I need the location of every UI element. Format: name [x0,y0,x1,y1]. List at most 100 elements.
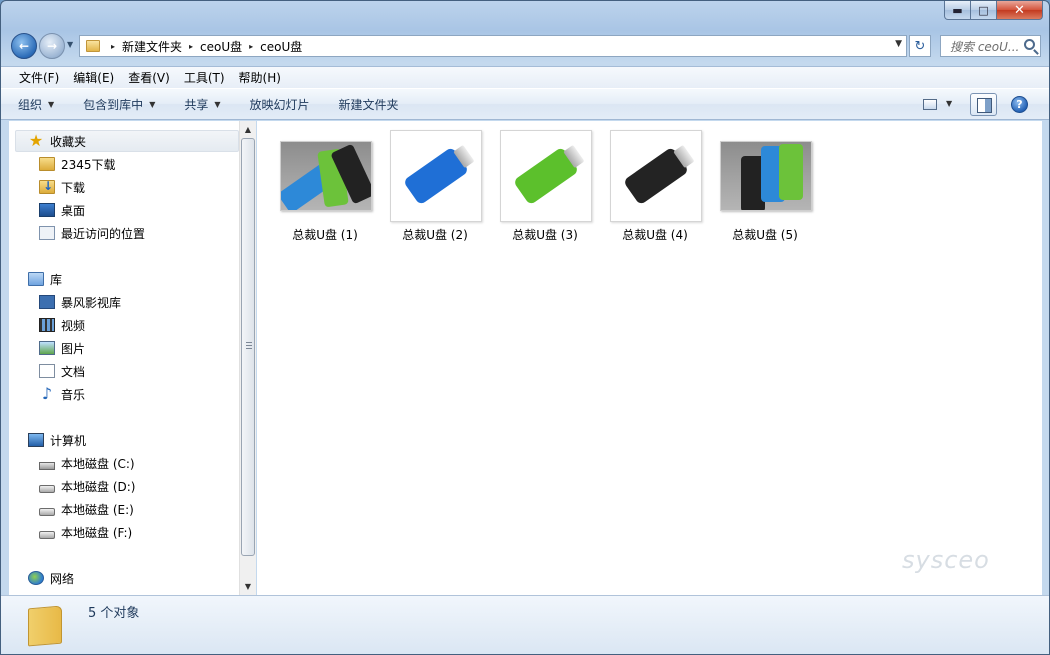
breadcrumb-separator[interactable]: ▸ [249,42,253,51]
include-in-library-button[interactable]: 包含到库中 ▼ [83,96,155,113]
scroll-up-button[interactable]: ▲ [240,121,256,138]
file-thumbnail [390,130,482,222]
share-button[interactable]: 共享 ▼ [184,96,220,113]
change-view-icon[interactable] [923,99,937,110]
nav-item-label: 图片 [61,341,86,356]
nav-item-label: 下载 [61,180,86,195]
nav-item-label: 本地磁盘 (F:) [61,525,133,540]
explorer-window: ▬ □ ✕ ← → ▼ ▸ 新建文件夹 ▸ ceoU盘 ▸ ceoU盘 ▼ ↻ … [0,0,1050,655]
nav-network-label: 网络 [50,571,75,586]
document-icon [39,364,55,378]
film-icon [39,318,55,332]
menu-view[interactable]: 查看(V) [121,69,177,86]
file-item[interactable]: 总裁U盘 (3) [492,130,598,242]
nav-scrollbar[interactable]: ▲ ▼ [239,121,256,595]
nav-item-label: 最近访问的位置 [61,226,146,241]
pictures-icon [39,341,55,355]
nav-item-label: 音乐 [61,387,86,402]
breadcrumb-item[interactable]: ceoU盘 [260,38,302,55]
file-name: 总裁U盘 (2) [402,228,468,242]
recent-pages-dropdown[interactable]: ▼ [67,40,73,49]
file-thumbnail [500,130,592,222]
nav-item-recent-places[interactable]: 最近访问的位置 [39,222,145,244]
chevron-down-icon: ▼ [149,99,156,109]
breadcrumb-separator[interactable]: ▸ [111,42,115,51]
menu-tools[interactable]: 工具(T) [177,69,232,86]
nav-favorites[interactable]: ★ 收藏夹 [15,130,239,152]
usb-drive-image [779,144,803,200]
nav-item-drive-e[interactable]: 本地磁盘 (E:) [39,498,134,520]
command-bar: 组织 ▼ 包含到库中 ▼ 共享 ▼ 放映幻灯片 新建文件夹 ▼ ? [1,88,1049,120]
hard-drive-icon [39,531,55,539]
refresh-button[interactable]: ↻ [909,35,931,57]
minimize-button[interactable]: ▬ [944,1,971,20]
nav-item-downloads[interactable]: 下载 [39,176,85,198]
video-library-icon [39,295,55,309]
maximize-button[interactable]: □ [971,1,997,20]
music-note-icon: ♪ [41,384,53,403]
nav-item-drive-d[interactable]: 本地磁盘 (D:) [39,475,135,497]
menu-file[interactable]: 文件(F) [12,69,66,86]
file-thumbnail [280,130,372,222]
computer-icon [28,433,44,447]
file-item[interactable]: 总裁U盘 (4) [602,130,708,242]
share-label: 共享 [184,97,209,112]
breadcrumb-item[interactable]: 新建文件夹 [122,38,182,55]
nav-network[interactable]: 网络 [28,567,74,589]
nav-item-videos[interactable]: 视频 [39,314,85,336]
desktop-icon [39,203,55,217]
nav-computer[interactable]: 计算机 [28,429,86,451]
nav-favorites-label: 收藏夹 [50,134,87,149]
usb-drive-image [512,146,580,206]
nav-item-drive-f[interactable]: 本地磁盘 (F:) [39,521,132,543]
hard-drive-icon [39,508,55,516]
nav-item-pictures[interactable]: 图片 [39,337,85,359]
network-icon [28,571,44,585]
menu-help[interactable]: 帮助(H) [232,69,288,86]
nav-item-music[interactable]: ♪ 音乐 [39,383,85,405]
organize-button[interactable]: 组织 ▼ [18,96,54,113]
file-item[interactable]: 总裁U盘 (2) [382,130,488,242]
nav-item-documents[interactable]: 文档 [39,360,85,382]
menu-edit[interactable]: 编辑(E) [66,69,121,86]
organize-label: 组织 [18,97,43,112]
chevron-down-icon: ▼ [214,99,221,109]
scroll-down-button[interactable]: ▼ [240,578,256,595]
menu-bar: 文件(F) 编辑(E) 查看(V) 工具(T) 帮助(H) [1,66,1049,88]
help-button[interactable]: ? [1011,96,1028,113]
file-list: 总裁U盘 (1) 总裁U盘 (2) 总裁U盘 (3) 总裁U盘 (4) 总裁U盘… [257,121,1042,595]
nav-item-label: 桌面 [61,203,86,218]
file-item[interactable]: 总裁U盘 (1) [272,130,378,242]
preview-pane-button[interactable] [970,93,997,116]
search-input[interactable]: 搜索 ceoU... [940,35,1041,57]
file-thumbnail [720,130,812,222]
address-dropdown[interactable]: ▼ [895,39,902,49]
chevron-down-icon: ▼ [48,99,55,109]
libraries-icon [28,272,44,286]
new-folder-button[interactable]: 新建文件夹 [339,96,399,113]
view-options-dropdown[interactable]: ▼ [946,99,952,108]
file-item[interactable]: 总裁U盘 (5) [712,130,818,242]
address-bar[interactable]: ▸ 新建文件夹 ▸ ceoU盘 ▸ ceoU盘 ▼ [79,35,907,57]
downloads-folder-icon [39,179,55,194]
nav-item-drive-c[interactable]: 本地磁盘 (C:) [39,452,135,474]
nav-item-baofeng-library[interactable]: 暴风影视库 [39,291,121,313]
system-drive-icon [39,462,55,470]
forward-button[interactable]: → [39,33,65,59]
nav-item-label: 本地磁盘 (E:) [61,502,134,517]
scrollbar-thumb[interactable] [241,138,255,556]
nav-item-2345-downloads[interactable]: 2345下载 [39,153,116,175]
close-button[interactable]: ✕ [997,1,1043,20]
back-button[interactable]: ← [11,33,37,59]
file-name: 总裁U盘 (3) [512,228,578,242]
slideshow-button[interactable]: 放映幻灯片 [250,96,310,113]
nav-item-desktop[interactable]: 桌面 [39,199,85,221]
nav-libraries-label: 库 [50,272,63,287]
navigation-pane: ★ 收藏夹 2345下载 下载 桌面 最近访问的位置 库 [9,121,256,595]
nav-item-label: 2345下载 [61,157,116,172]
breadcrumb-separator[interactable]: ▸ [189,42,193,51]
hard-drive-icon [39,485,55,493]
folder-icon [86,40,100,52]
nav-libraries[interactable]: 库 [28,268,62,290]
breadcrumb-item[interactable]: ceoU盘 [200,38,242,55]
